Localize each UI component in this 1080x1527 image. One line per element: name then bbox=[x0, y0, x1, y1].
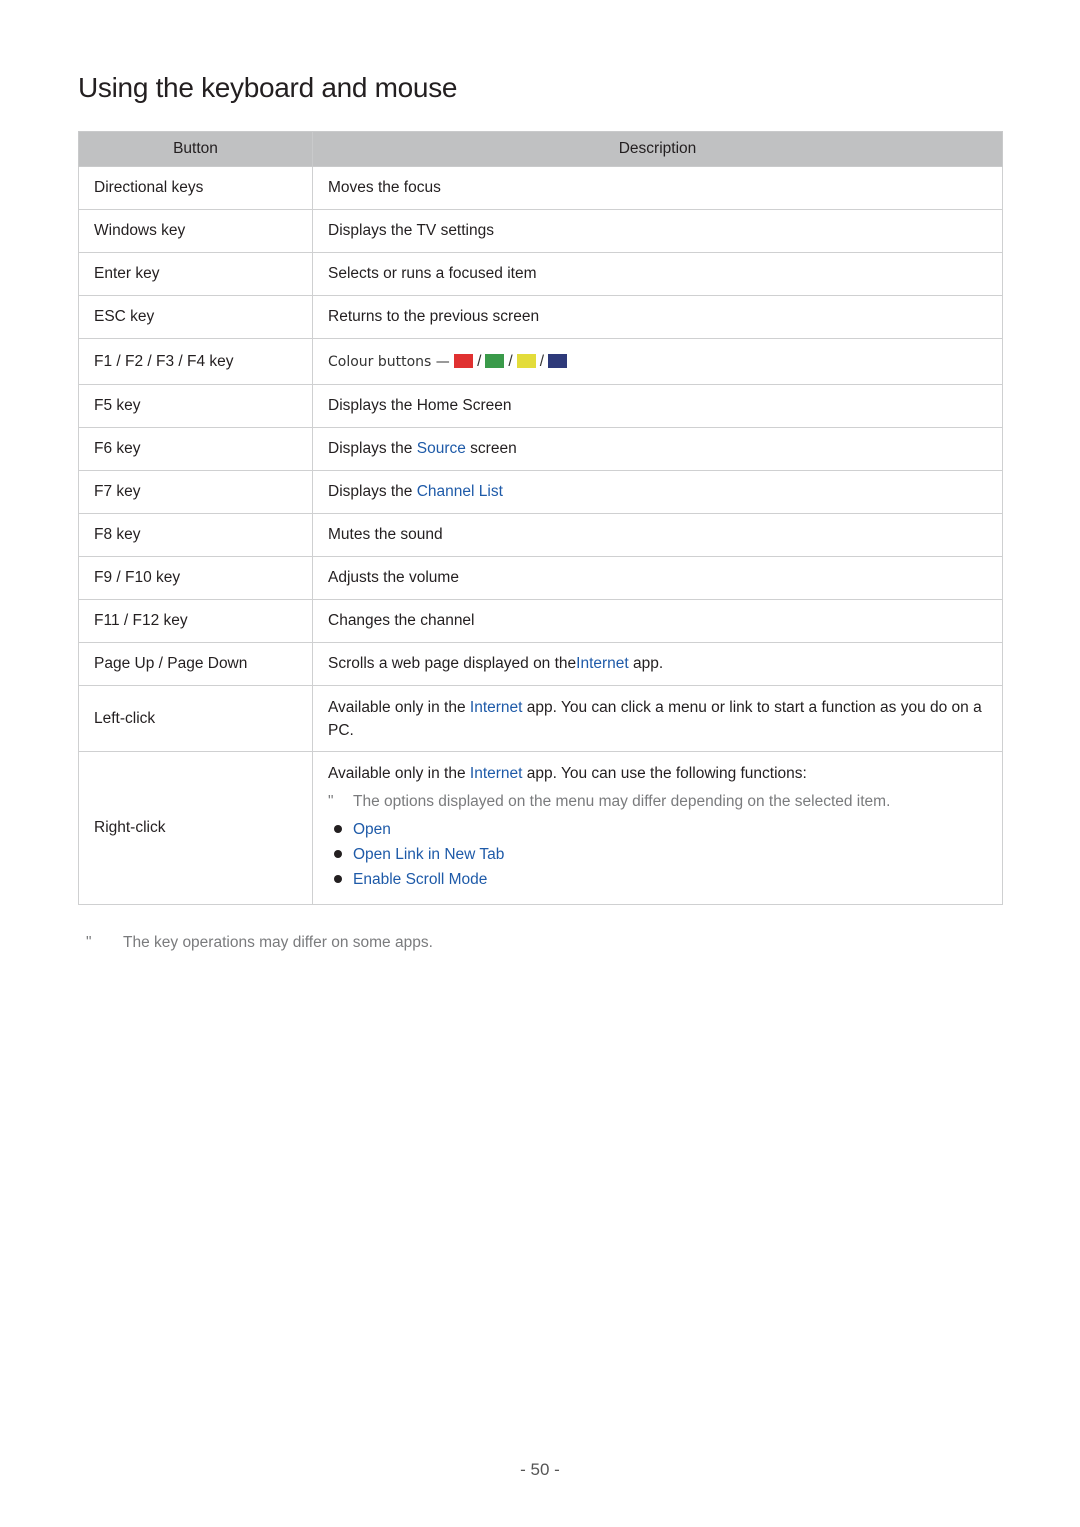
button-cell: Page Up / Page Down bbox=[78, 642, 313, 686]
description-cell: Mutes the sound bbox=[312, 513, 1003, 557]
description-cell: Scrolls a web page displayed on theInter… bbox=[312, 642, 1003, 686]
table-header-row: Button Description bbox=[78, 131, 1003, 167]
desc-text: Scrolls a web page displayed on the bbox=[328, 655, 577, 672]
button-cell: F1 / F2 / F3 / F4 key bbox=[78, 338, 313, 385]
list-item: Open Link in New Tab bbox=[328, 842, 987, 867]
note: " The options displayed on the menu may d… bbox=[328, 793, 987, 811]
blue-button-icon bbox=[548, 353, 568, 368]
description-cell: Available only in the Internet app. You … bbox=[312, 751, 1003, 905]
list-item: Enable Scroll Mode bbox=[328, 867, 987, 892]
internet-link: Internet bbox=[576, 655, 629, 672]
table-row: Page Up / Page Down Scrolls a web page d… bbox=[78, 642, 1003, 686]
desc-text: Available only in the bbox=[328, 698, 470, 716]
red-button-icon bbox=[454, 353, 474, 368]
yellow-button-icon bbox=[516, 353, 536, 368]
bullet-icon bbox=[334, 874, 342, 883]
keyboard-mouse-table: Button Description Directional keys Move… bbox=[78, 131, 1003, 905]
description-cell: Displays the TV settings bbox=[312, 209, 1003, 253]
description-cell: Displays the Channel List bbox=[312, 470, 1003, 514]
function-list: Open Open Link in New Tab Enable Scroll … bbox=[328, 817, 987, 892]
desc-text: screen bbox=[465, 440, 517, 457]
button-cell: F8 key bbox=[78, 513, 313, 557]
description-cell: Displays the Source screen bbox=[312, 427, 1003, 471]
table-row: Windows key Displays the TV settings bbox=[78, 209, 1003, 253]
internet-link: Internet bbox=[469, 698, 523, 716]
desc-text: Available only in the bbox=[328, 764, 470, 782]
table-row: F11 / F12 key Changes the channel bbox=[78, 599, 1003, 643]
description-cell: Available only in the Internet app. You … bbox=[312, 685, 1003, 752]
page-number: - 50 - bbox=[520, 1460, 560, 1479]
table-row: ESC key Returns to the previous screen bbox=[78, 295, 1003, 339]
note-icon: " bbox=[328, 792, 334, 810]
description-cell: Colour buttons — / / / bbox=[312, 338, 1003, 385]
button-cell: F7 key bbox=[78, 470, 313, 514]
table-row: F7 key Displays the Channel List bbox=[78, 470, 1003, 514]
button-cell: F9 / F10 key bbox=[78, 556, 313, 600]
description-cell: Changes the channel bbox=[312, 599, 1003, 643]
button-cell: Directional keys bbox=[78, 166, 313, 210]
footnote-text: The key operations may differ on some ap… bbox=[123, 934, 433, 951]
description-cell: Moves the focus bbox=[312, 166, 1003, 210]
colour-buttons-label: Colour buttons — bbox=[328, 353, 450, 370]
button-cell: F11 / F12 key bbox=[78, 599, 313, 643]
separator: / bbox=[477, 352, 482, 370]
bullet-icon bbox=[334, 824, 342, 833]
source-link: Source bbox=[416, 440, 466, 457]
separator: / bbox=[508, 352, 513, 370]
footnote: " The key operations may differ on some a… bbox=[86, 934, 433, 952]
table-row: F8 key Mutes the sound bbox=[78, 513, 1003, 557]
description-cell: Displays the Home Screen bbox=[312, 384, 1003, 428]
function-open-link-new-tab: Open Link in New Tab bbox=[353, 845, 505, 863]
description-cell: Adjusts the volume bbox=[312, 556, 1003, 600]
desc-line: Available only in the Internet app. You … bbox=[328, 765, 987, 783]
button-cell: Right-click bbox=[78, 751, 313, 905]
button-cell: Enter key bbox=[78, 252, 313, 296]
desc-text: app. You can use the following functions… bbox=[522, 764, 807, 782]
header-description: Description bbox=[312, 131, 1003, 167]
table-row: Directional keys Moves the focus bbox=[78, 166, 1003, 210]
desc-text: Displays the bbox=[328, 483, 417, 500]
description-cell: Returns to the previous screen bbox=[312, 295, 1003, 339]
table-row: F5 key Displays the Home Screen bbox=[78, 384, 1003, 428]
button-cell: F5 key bbox=[78, 384, 313, 428]
internet-link: Internet bbox=[469, 764, 523, 782]
channel-list-link: Channel List bbox=[416, 483, 503, 500]
green-button-icon bbox=[485, 353, 505, 368]
note-icon: " bbox=[86, 934, 92, 951]
button-cell: ESC key bbox=[78, 295, 313, 339]
button-cell: Left-click bbox=[78, 685, 313, 752]
table-row: F6 key Displays the Source screen bbox=[78, 427, 1003, 471]
table-row: Left-click Available only in the Interne… bbox=[78, 685, 1003, 752]
header-button: Button bbox=[78, 131, 313, 167]
list-item: Open bbox=[328, 817, 987, 842]
function-open: Open bbox=[353, 820, 391, 838]
description-cell: Selects or runs a focused item bbox=[312, 252, 1003, 296]
page-title: Using the keyboard and mouse bbox=[78, 72, 458, 103]
note-text: The options displayed on the menu may di… bbox=[353, 792, 891, 810]
function-enable-scroll-mode: Enable Scroll Mode bbox=[353, 870, 488, 888]
table-row: Enter key Selects or runs a focused item bbox=[78, 252, 1003, 296]
table-row: F9 / F10 key Adjusts the volume bbox=[78, 556, 1003, 600]
desc-text: Displays the bbox=[328, 440, 417, 457]
button-cell: F6 key bbox=[78, 427, 313, 471]
bullet-icon bbox=[334, 849, 342, 858]
button-cell: Windows key bbox=[78, 209, 313, 253]
table-row: Right-click Available only in the Intern… bbox=[78, 751, 1003, 905]
desc-text: app. bbox=[628, 655, 664, 672]
table-row: F1 / F2 / F3 / F4 key Colour buttons — /… bbox=[78, 338, 1003, 385]
separator: / bbox=[539, 352, 545, 370]
